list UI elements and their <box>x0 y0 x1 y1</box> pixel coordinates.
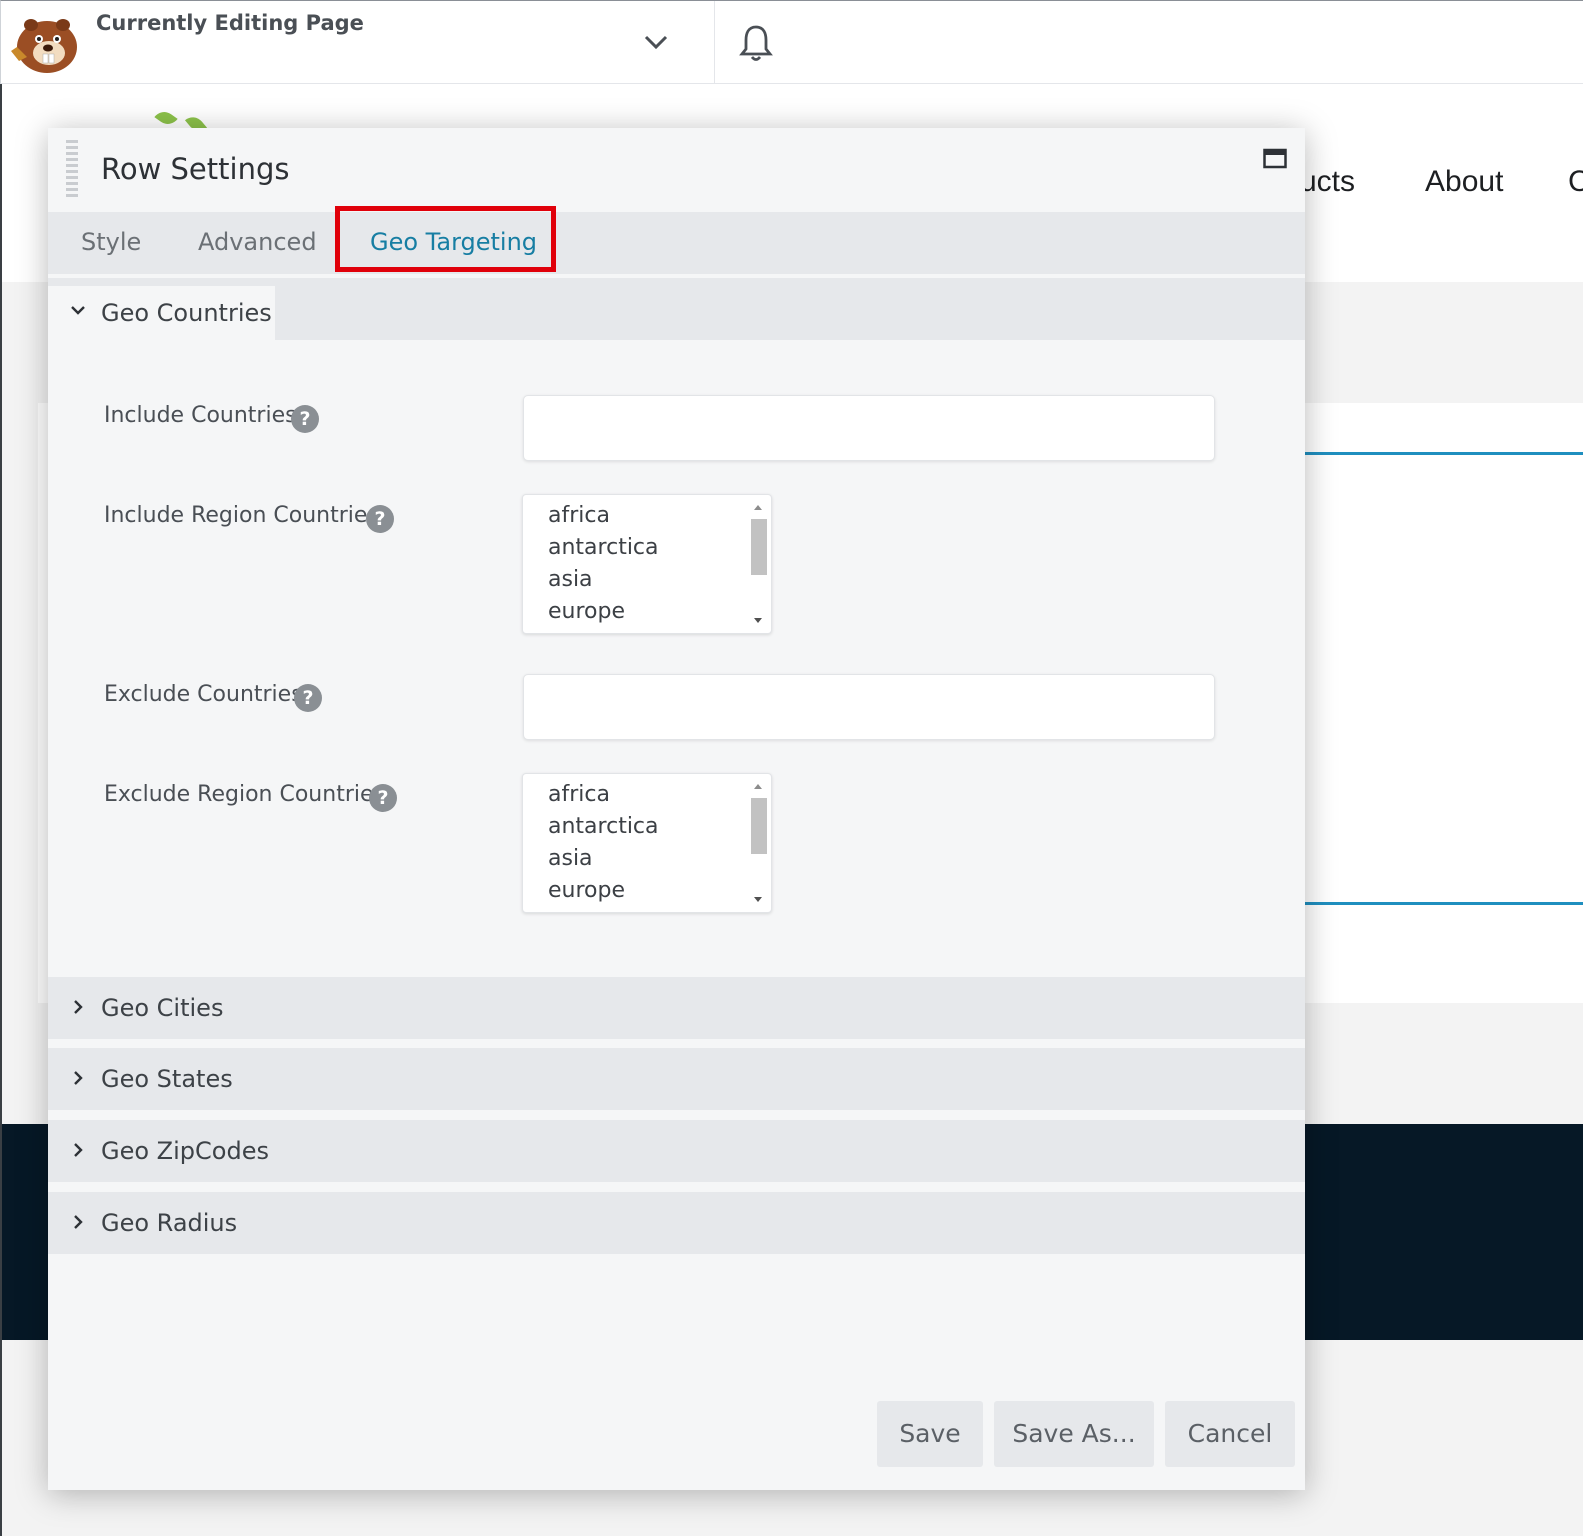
beaver-logo-icon[interactable] <box>9 11 83 75</box>
toolbar-divider <box>714 1 715 85</box>
bell-icon[interactable] <box>739 23 773 63</box>
cancel-button[interactable]: Cancel <box>1165 1401 1295 1467</box>
tab-advanced[interactable]: Advanced <box>198 228 317 256</box>
section-geo-countries-tab[interactable]: Geo Countries <box>48 286 275 348</box>
save-as-button[interactable]: Save As... <box>994 1401 1154 1467</box>
help-icon[interactable]: ? <box>291 405 319 433</box>
list-option[interactable]: africa <box>548 503 610 528</box>
include-region-countries-select[interactable]: africa antarctica asia europe <box>522 494 772 634</box>
section-geo-radius[interactable]: Geo Radius <box>48 1192 1305 1254</box>
help-icon[interactable]: ? <box>294 684 322 712</box>
section-label: Geo States <box>101 1065 233 1093</box>
section-geo-cities[interactable]: Geo Cities <box>48 977 1305 1039</box>
chevron-right-icon <box>74 1215 83 1229</box>
include-countries-input[interactable] <box>523 395 1215 461</box>
chevron-right-icon <box>74 1143 83 1157</box>
window-maximize-icon[interactable] <box>1263 148 1287 170</box>
tab-geo-targeting[interactable]: Geo Targeting <box>370 228 537 256</box>
section-geo-countries-header[interactable]: Geo Countries <box>48 278 1305 348</box>
editing-title[interactable]: Currently Editing Page <box>96 11 364 35</box>
section-geo-states[interactable]: Geo States <box>48 1048 1305 1110</box>
include-region-countries-label: Include Region Countries <box>104 503 379 528</box>
list-option[interactable]: asia <box>548 846 593 871</box>
section-label: Geo Radius <box>101 1209 238 1237</box>
scrollbar-thumb[interactable] <box>751 798 767 854</box>
exclude-countries-input[interactable] <box>523 674 1215 740</box>
exclude-countries-label: Exclude Countries <box>104 682 303 707</box>
section-geo-zipcodes[interactable]: Geo ZipCodes <box>48 1120 1305 1182</box>
help-icon[interactable]: ? <box>369 784 397 812</box>
exclude-region-countries-select[interactable]: africa antarctica asia europe <box>522 773 772 913</box>
include-countries-label: Include Countries <box>104 403 297 428</box>
scroll-up-icon[interactable] <box>754 784 762 789</box>
list-option[interactable]: europe <box>548 599 625 624</box>
list-option[interactable]: africa <box>548 782 610 807</box>
nav-products[interactable]: ucts <box>1300 165 1355 199</box>
nav-contact[interactable]: C <box>1568 165 1583 199</box>
scroll-down-icon[interactable] <box>754 897 762 902</box>
list-option[interactable]: antarctica <box>548 535 659 560</box>
section-label: Geo Cities <box>101 994 224 1022</box>
modal-title: Row Settings <box>101 152 290 186</box>
scroll-up-icon[interactable] <box>754 505 762 510</box>
list-option[interactable]: europe <box>548 878 625 903</box>
scrollbar[interactable] <box>750 778 767 908</box>
content-divider-line <box>1300 452 1583 455</box>
row-settings-modal: Row Settings Style Advanced Geo Targetin… <box>48 128 1305 1490</box>
section-label: Geo ZipCodes <box>101 1137 269 1165</box>
section-label: Geo Countries <box>101 299 272 327</box>
chevron-right-icon <box>74 1071 83 1085</box>
tab-style[interactable]: Style <box>81 228 141 256</box>
drag-handle-icon[interactable] <box>66 140 78 198</box>
help-icon[interactable]: ? <box>366 505 394 533</box>
scrollbar[interactable] <box>750 499 767 629</box>
save-button[interactable]: Save <box>877 1401 983 1467</box>
modal-header: Row Settings <box>48 128 1305 212</box>
content-divider-line <box>1300 902 1583 905</box>
list-option[interactable]: antarctica <box>548 814 659 839</box>
exclude-region-countries-label: Exclude Region Countries <box>104 782 385 807</box>
settings-tabs: Style Advanced Geo Targeting <box>48 206 1305 274</box>
chevron-right-icon <box>74 1000 83 1014</box>
nav-about[interactable]: About <box>1425 165 1503 199</box>
scrollbar-thumb[interactable] <box>751 519 767 575</box>
scroll-down-icon[interactable] <box>754 618 762 623</box>
list-option[interactable]: asia <box>548 567 593 592</box>
chevron-down-icon <box>71 306 85 315</box>
window-edge <box>0 84 2 1536</box>
chevron-down-icon[interactable] <box>641 25 671 57</box>
builder-topbar: Currently Editing Page <box>0 0 1583 85</box>
